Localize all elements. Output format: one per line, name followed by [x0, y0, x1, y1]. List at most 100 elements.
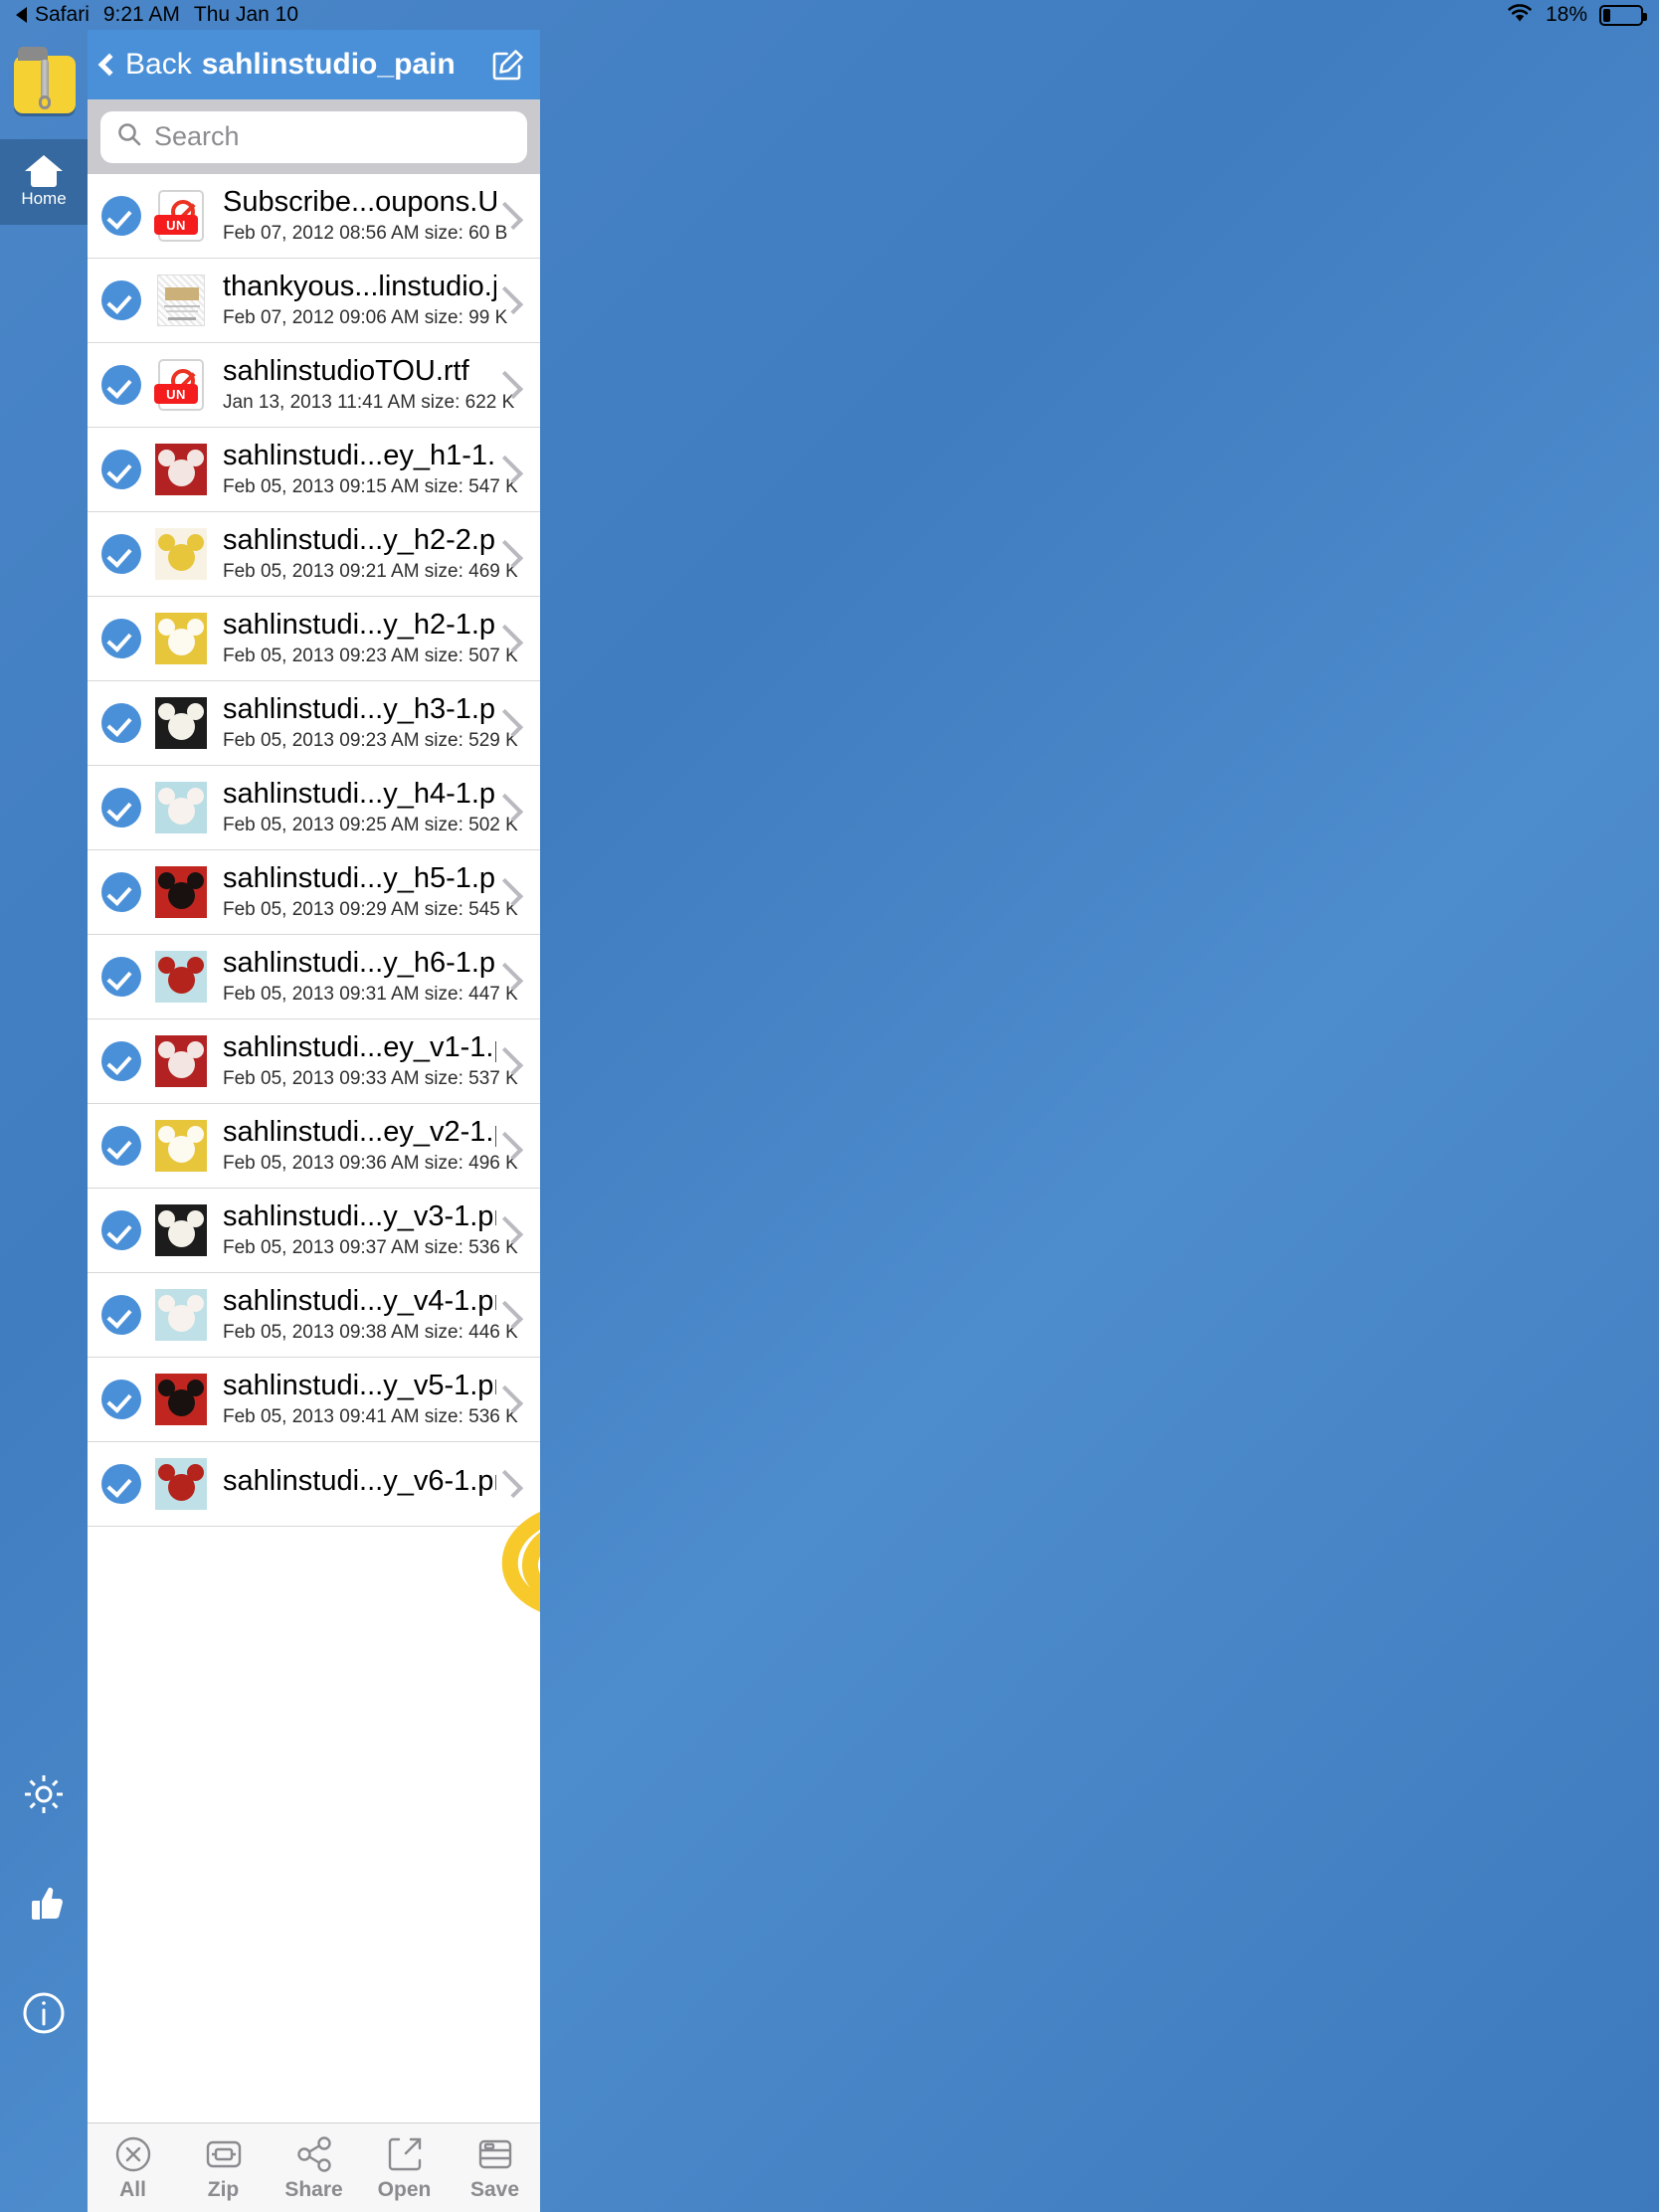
file-name: sahlinstudi...y_h5-1.png [223, 863, 496, 894]
row-checkbox[interactable] [101, 534, 141, 574]
row-checkbox[interactable] [101, 196, 141, 236]
file-name: sahlinstudi...ey_h1-1.png [223, 441, 496, 471]
file-name: sahlinstudi...y_h2-1.png [223, 610, 496, 641]
row-checkbox[interactable] [101, 788, 141, 828]
file-name: thankyous...linstudio.jpg [223, 272, 496, 302]
table-row[interactable]: sahlinstudi...y_h2-1.png Feb 05, 2013 09:… [88, 597, 540, 681]
chevron-left-icon [97, 53, 121, 77]
file-meta: Feb 07, 2012 09:06 AM size: 99 K [223, 306, 508, 328]
toolbar-button-zip[interactable]: Zip [178, 2133, 269, 2202]
row-checkbox[interactable] [101, 703, 141, 743]
circle-x-icon [112, 2133, 154, 2175]
file-meta: Feb 05, 2013 09:41 AM size: 536 K [223, 1405, 518, 1427]
table-row[interactable]: sahlinstudi...ey_v2-1.png Feb 05, 2013 09… [88, 1104, 540, 1189]
back-button[interactable]: Back [97, 48, 192, 82]
mickey-icon [155, 1374, 207, 1425]
file-name: sahlinstudi...y_v6-1.png [223, 1466, 496, 1497]
row-checkbox[interactable] [101, 280, 141, 320]
file-thumbnail [155, 782, 207, 833]
table-row[interactable]: sahlinstudi...y_h4-1.png Feb 05, 2013 09:… [88, 766, 540, 850]
search-bar-container [88, 99, 540, 174]
toolbar-button-all[interactable]: All [88, 2133, 178, 2202]
mickey-icon [155, 782, 207, 833]
table-row[interactable]: UN Subscribe...oupons.URL Feb 07, 2012 08:… [88, 174, 540, 259]
table-row[interactable]: UN sahlinstudioTOU.rtf Jan 13, 2013 11:41 … [88, 343, 540, 428]
row-checkbox[interactable] [101, 450, 141, 489]
table-row[interactable]: sahlinstudi...ey_v1-1.png Feb 05, 2013 09… [88, 1019, 540, 1104]
sidebar-item-settings[interactable] [20, 1770, 68, 1818]
sidebar-item-info[interactable] [20, 1989, 68, 2037]
file-thumbnail [155, 1204, 207, 1256]
unsupported-badge: UN [154, 215, 198, 235]
row-checkbox[interactable] [101, 1210, 141, 1250]
file-meta: Feb 05, 2013 09:33 AM size: 537 K [223, 1067, 518, 1089]
open-in-icon [384, 2133, 426, 2175]
row-checkbox[interactable] [101, 1126, 141, 1166]
mickey-icon [155, 866, 207, 918]
toolbar-button-open[interactable]: Open [359, 2133, 450, 2202]
search-input[interactable] [154, 121, 511, 152]
row-checkbox[interactable] [101, 619, 141, 658]
table-row[interactable]: sahlinstudi...y_v6-1.png [88, 1442, 540, 1527]
toolbar-button-label: Save [469, 2178, 520, 2201]
row-checkbox[interactable] [101, 872, 141, 912]
table-row[interactable]: sahlinstudi...y_v4-1.png Feb 05, 2013 09:… [88, 1273, 540, 1358]
file-meta: Feb 05, 2013 09:37 AM size: 536 K [223, 1236, 518, 1258]
status-back-app-label[interactable]: Safari [35, 3, 90, 27]
home-icon [25, 155, 63, 187]
back-arrow-icon[interactable] [16, 7, 27, 23]
sidebar: Home [0, 30, 88, 2212]
table-row[interactable]: sahlinstudi...y_h5-1.png Feb 05, 2013 09:… [88, 850, 540, 935]
status-date: Thu Jan 10 [193, 3, 298, 26]
table-row[interactable]: sahlinstudi...y_h2-2.png Feb 05, 2013 09:… [88, 512, 540, 597]
toolbar-button-share[interactable]: Share [269, 2133, 359, 2202]
status-bar: Safari 9:21 AM Thu Jan 10 18% [0, 0, 1659, 30]
file-thumbnail [155, 1035, 207, 1087]
row-checkbox[interactable] [101, 1380, 141, 1419]
file-thumbnail [155, 697, 207, 749]
file-name: sahlinstudi...y_h2-2.png [223, 525, 496, 556]
sidebar-item-rate[interactable] [20, 1880, 68, 1928]
file-list[interactable]: UN Subscribe...oupons.URL Feb 07, 2012 08:… [88, 174, 540, 1527]
file-name: sahlinstudioTOU.rtf [223, 356, 469, 387]
row-checkbox[interactable] [101, 365, 141, 405]
status-time: 9:21 AM [102, 3, 180, 26]
file-meta: Feb 05, 2013 09:31 AM size: 447 K [223, 983, 518, 1005]
battery-percent-label: 18% [1545, 3, 1587, 26]
toolbar-button-label: Open [377, 2178, 432, 2201]
table-row[interactable]: sahlinstudi...y_v3-1.png Feb 05, 2013 09:… [88, 1189, 540, 1273]
file-thumbnail [155, 951, 207, 1003]
file-thumbnail [155, 528, 207, 580]
file-thumbnail [155, 866, 207, 918]
mickey-icon [155, 697, 207, 749]
file-meta: Feb 05, 2013 09:23 AM size: 529 K [223, 729, 518, 751]
file-thumbnail [155, 1458, 207, 1510]
wifi-icon [1506, 2, 1534, 29]
compose-edit-icon[interactable] [490, 47, 526, 83]
table-row[interactable]: sahlinstudi...ey_h1-1.png Feb 05, 2013 09… [88, 428, 540, 512]
table-row[interactable]: sahlinstudi...y_h3-1.png Feb 05, 2013 09:… [88, 681, 540, 766]
search-bar[interactable] [100, 110, 527, 163]
row-checkbox[interactable] [101, 1295, 141, 1335]
row-checkbox[interactable] [101, 1041, 141, 1081]
file-browser-panel: Back sahlinstudio_paintchi... UN Subscrib… [88, 30, 540, 2212]
share-icon [293, 2133, 335, 2175]
row-checkbox[interactable] [101, 1464, 141, 1504]
table-row[interactable]: thankyous...linstudio.jpg Feb 07, 2012 09… [88, 259, 540, 343]
toolbar-button-label: Zip [207, 2178, 240, 2201]
file-name: sahlinstudi...y_h6-1.png [223, 948, 496, 979]
toolbar-button-save[interactable]: Save [450, 2133, 540, 2202]
save-icon [474, 2133, 516, 2175]
search-icon [116, 121, 142, 152]
mickey-icon [155, 1204, 207, 1256]
table-row[interactable]: sahlinstudi...y_h6-1.png Feb 05, 2013 09:… [88, 935, 540, 1019]
sidebar-item-home[interactable]: Home [0, 139, 88, 225]
mickey-icon [155, 444, 207, 495]
chevron-right-icon[interactable] [494, 1469, 524, 1499]
table-row[interactable]: sahlinstudi...y_v5-1.png Feb 05, 2013 09:… [88, 1358, 540, 1442]
row-checkbox[interactable] [101, 957, 141, 997]
file-thumbnail: UN [154, 359, 204, 411]
mickey-icon [155, 1289, 207, 1341]
unsupported-badge: UN [154, 384, 198, 404]
file-name: sahlinstudi...y_v3-1.png [223, 1201, 496, 1232]
